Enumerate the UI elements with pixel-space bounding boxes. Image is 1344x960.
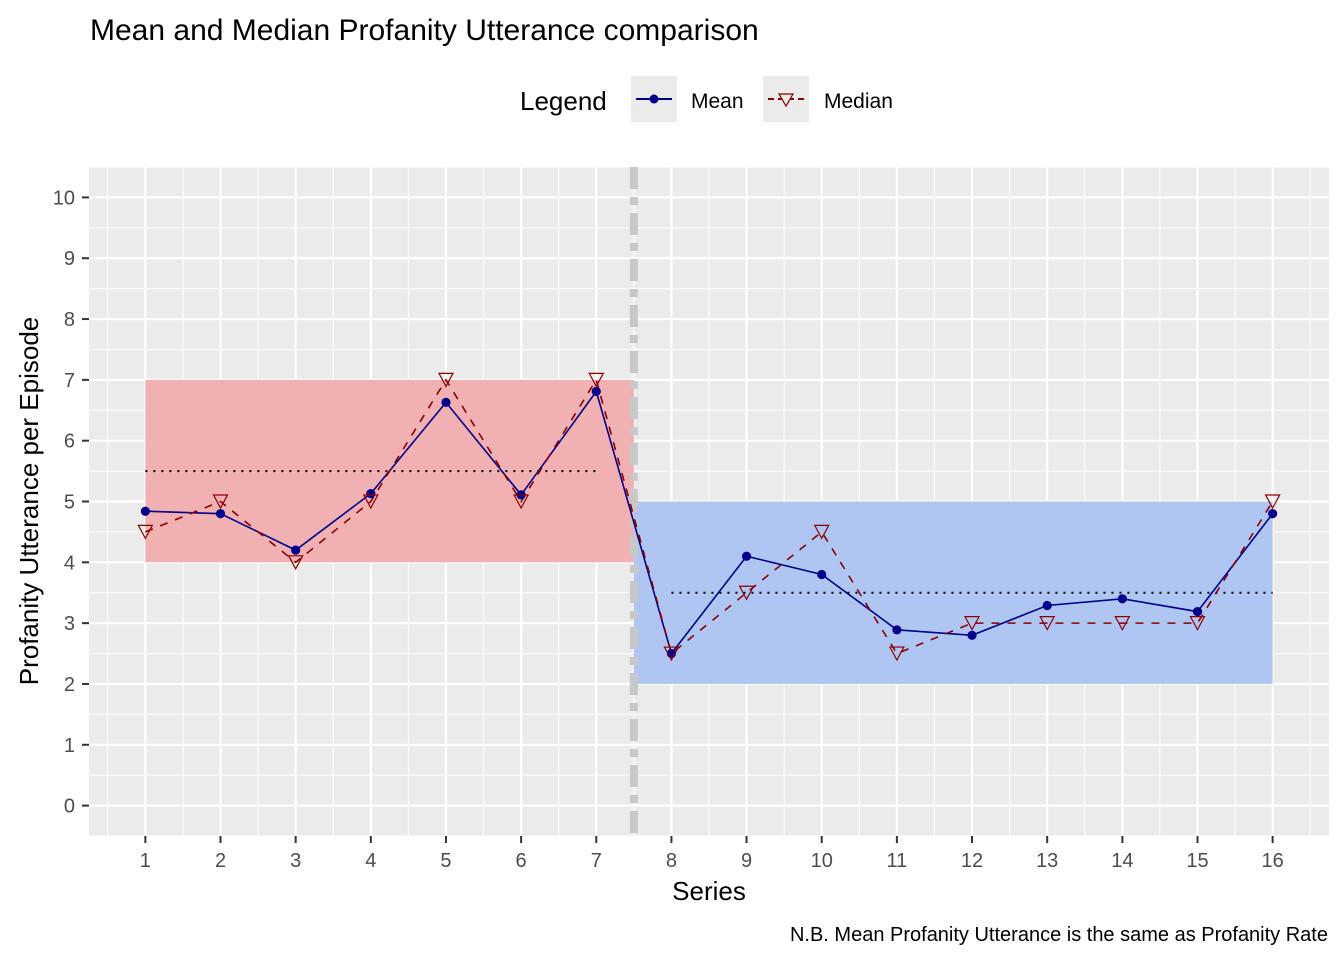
x-tick-label: 12 [961, 850, 983, 872]
legend: Legend Mean Median [520, 76, 893, 122]
y-tick-label: 8 [64, 309, 75, 331]
legend-label-median: Median [824, 90, 893, 113]
x-tick-label: 4 [365, 850, 376, 872]
mean-point [140, 506, 150, 516]
mean-point [1042, 600, 1052, 611]
mean-point [817, 569, 827, 580]
x-tick-label: 14 [1111, 850, 1133, 872]
mean-point [1192, 606, 1203, 617]
x-tick-label: 16 [1262, 850, 1284, 872]
y-tick-label: 4 [64, 552, 75, 574]
x-tick-label: 11 [886, 850, 907, 872]
x-tick-label: 10 [811, 850, 833, 872]
mean-point [215, 509, 226, 519]
x-tick-label: 5 [440, 850, 451, 872]
y-tick-label: 5 [64, 492, 75, 514]
chart-title: Mean and Median Profanity Utterance comp… [90, 14, 759, 47]
y-tick-label: 0 [64, 796, 75, 818]
mean-point [1268, 509, 1278, 519]
x-tick-label: 7 [591, 850, 602, 872]
x-tick-label: 3 [290, 850, 301, 872]
chart-caption: N.B. Mean Profanity Utterance is the sam… [790, 924, 1328, 946]
chart: Mean and Median Profanity Utterance comp… [0, 0, 1344, 960]
x-axis: 1 2 3 4 5 6 7 8 9 10 11 12 13 14 15 16 [140, 836, 1284, 872]
mean-point [591, 386, 601, 397]
x-tick-label: 2 [215, 850, 226, 872]
legend-title: Legend [520, 86, 607, 116]
mean-point [967, 630, 977, 640]
y-tick-label: 10 [53, 187, 75, 209]
mean-point [892, 625, 902, 635]
mean-point [1117, 594, 1127, 604]
x-tick-label: 13 [1036, 850, 1058, 872]
x-tick-label: 8 [666, 850, 677, 872]
x-axis-title: Series [672, 876, 746, 906]
y-axis-title: Profanity Utterance per Episode [14, 317, 44, 686]
y-axis: 0 1 2 3 4 5 6 7 8 9 10 [53, 187, 89, 818]
x-tick-label: 6 [516, 850, 527, 872]
x-tick-label: 15 [1186, 850, 1208, 872]
mean-point [291, 545, 301, 555]
y-tick-label: 6 [64, 431, 75, 453]
y-tick-label: 1 [64, 735, 75, 757]
x-tick-label: 1 [140, 850, 151, 872]
chart-svg: Mean and Median Profanity Utterance comp… [14, 14, 1329, 946]
y-tick-label: 7 [64, 370, 75, 392]
mean-point [366, 488, 376, 499]
legend-key-mean-marker [649, 94, 659, 104]
mean-point [441, 397, 451, 407]
y-tick-label: 3 [64, 613, 75, 635]
legend-label-mean: Mean [691, 90, 744, 113]
x-tick-label: 9 [741, 850, 752, 872]
y-tick-label: 2 [64, 674, 75, 696]
y-tick-label: 9 [64, 248, 75, 270]
mean-point [741, 551, 752, 561]
